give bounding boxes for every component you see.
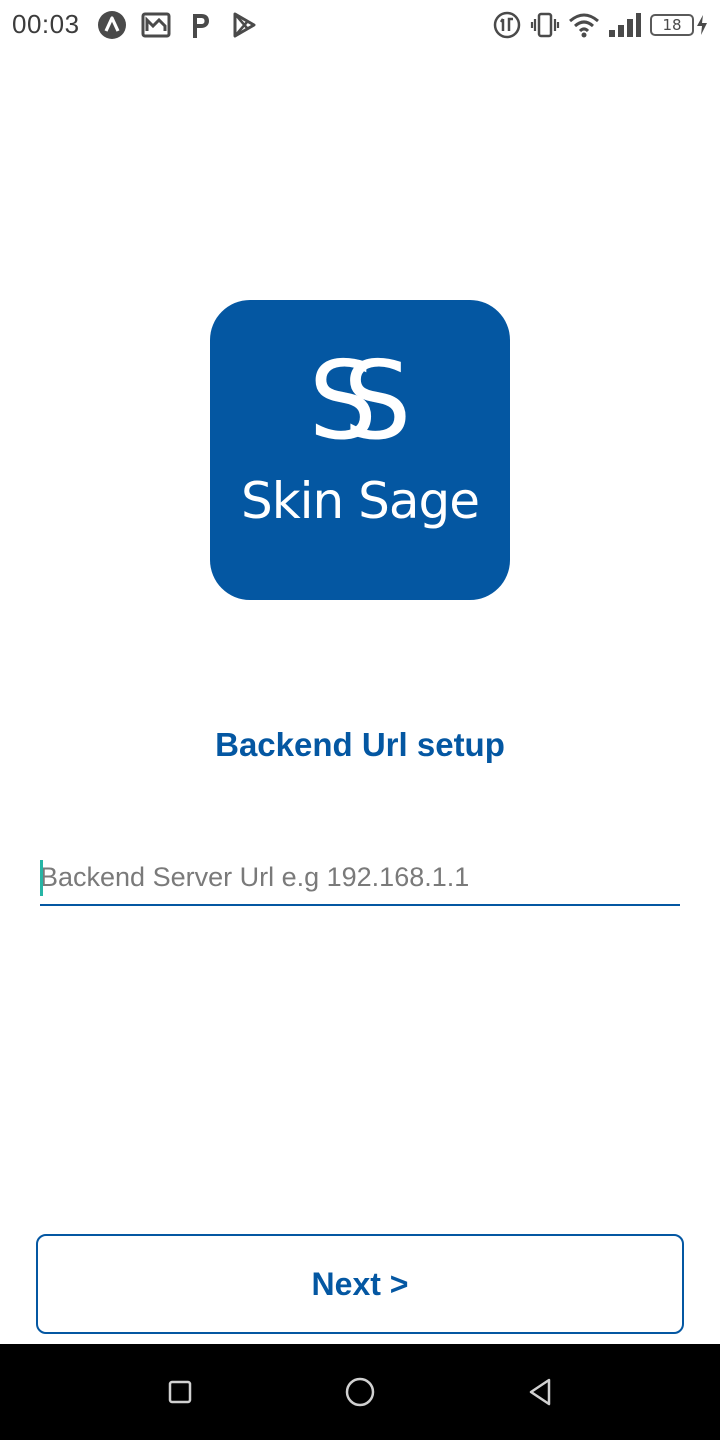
data-icon — [492, 9, 522, 41]
home-icon — [345, 1377, 375, 1407]
backend-url-input[interactable] — [40, 856, 680, 906]
page-title: Backend Url setup — [215, 726, 505, 763]
app-a-icon — [96, 9, 128, 41]
signal-icon — [608, 9, 642, 41]
recents-icon — [168, 1380, 192, 1404]
next-button[interactable]: Next > — [36, 1234, 684, 1334]
status-left-icons — [96, 9, 272, 41]
back-icon — [529, 1378, 551, 1406]
status-right-icons: 18 — [484, 8, 708, 42]
logo-mark: SS — [308, 339, 411, 464]
wifi-icon — [568, 9, 600, 41]
recents-button[interactable] — [156, 1368, 204, 1416]
paypal-icon — [184, 9, 216, 41]
gallery-icon — [140, 9, 172, 41]
app-logo: SS Skin Sage — [210, 300, 510, 600]
play-store-icon — [228, 9, 260, 41]
battery-level: 18 — [650, 14, 694, 36]
text-cursor — [40, 860, 43, 896]
battery-icon: 18 — [650, 9, 694, 41]
status-time: 00:03 — [12, 9, 80, 39]
charging-icon — [696, 9, 708, 41]
back-button[interactable] — [516, 1368, 564, 1416]
home-button[interactable] — [336, 1368, 384, 1416]
status-bar: 00:03 18 — [0, 0, 720, 50]
vibrate-icon — [530, 9, 560, 41]
logo-name: Skin Sage — [240, 472, 480, 530]
navigation-bar — [0, 1344, 720, 1440]
